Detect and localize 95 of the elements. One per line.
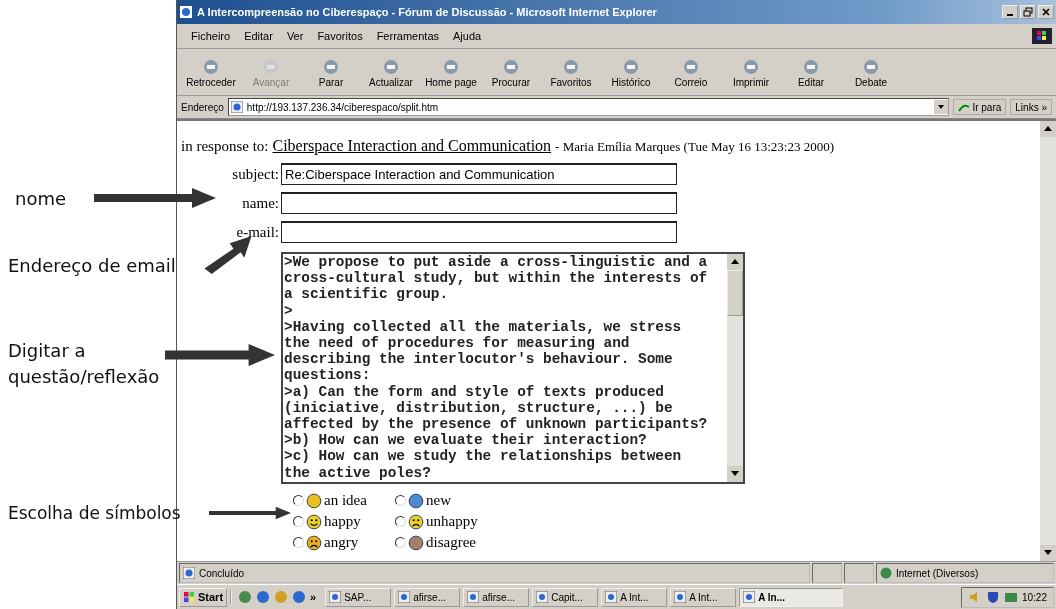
quick-launch-icon[interactable] — [256, 590, 271, 604]
symbol-label: angry — [324, 534, 359, 551]
symbol-label: an idea — [324, 492, 367, 509]
quick-launch-icon[interactable] — [238, 590, 253, 604]
radio-button[interactable] — [293, 537, 304, 548]
taskbar-button[interactable]: afirse... — [463, 587, 530, 607]
radio-button[interactable] — [293, 516, 304, 527]
window-icon — [674, 591, 687, 603]
field-label: e-mail: — [235, 223, 279, 241]
scroll-down-icon[interactable] — [731, 471, 739, 476]
toolbar-button[interactable]: Histórico — [601, 53, 661, 91]
shield-icon[interactable] — [985, 590, 1000, 604]
go-button[interactable]: Ir para — [953, 99, 1007, 115]
window-icon — [467, 591, 480, 603]
start-button[interactable]: Start — [179, 587, 228, 607]
symbol-label: disagree — [426, 534, 476, 551]
page-icon — [230, 101, 243, 113]
more-button[interactable]: » — [310, 591, 317, 603]
author-date: - Maria Emília Marques (Tue May 16 13:23:23 2000) — [555, 139, 835, 155]
menu-item[interactable]: Ferramentas — [376, 30, 439, 42]
window-icon — [536, 591, 549, 603]
taskbar-button[interactable]: Capit... — [532, 587, 599, 607]
address-label: Endereço — [181, 101, 224, 113]
smiley-icon — [306, 513, 322, 530]
window-icon — [605, 591, 618, 603]
input-field[interactable] — [281, 192, 677, 214]
status-text: Concluído — [179, 563, 810, 583]
menu-item[interactable]: Ajuda — [453, 30, 482, 42]
field-label: subject: — [231, 165, 279, 183]
radio-button[interactable] — [395, 516, 406, 527]
taskbar-button[interactable]: A Int... — [670, 587, 737, 607]
response-label: in response to: — [181, 138, 269, 155]
minimize-button[interactable] — [1002, 5, 1018, 19]
scrollbar[interactable] — [727, 254, 743, 482]
scroll-down-icon[interactable] — [1044, 550, 1052, 555]
quick-launch-icon[interactable] — [292, 590, 307, 604]
network-icon[interactable] — [1003, 590, 1018, 604]
scroll-up-icon[interactable] — [1044, 126, 1052, 131]
status-panel — [844, 563, 874, 583]
annotation-label: Endereço de email — [8, 254, 176, 278]
toolbar-button[interactable]: Home page — [421, 53, 481, 91]
menu-item[interactable]: Editar — [244, 30, 273, 42]
annotation-label: nome — [15, 187, 67, 211]
toolbar-button[interactable]: Correio — [661, 53, 721, 91]
close-button[interactable] — [1038, 5, 1054, 19]
restore-button[interactable] — [1020, 5, 1036, 19]
toolbar-button[interactable]: Editar — [781, 53, 841, 91]
taskbar-button[interactable]: A In... — [739, 587, 844, 607]
taskbar-button[interactable]: afirse... — [394, 587, 461, 607]
input-field[interactable]: Re:Ciberspace Interaction and Communication — [281, 163, 677, 185]
links-button[interactable]: Links » — [1010, 99, 1052, 115]
page-icon — [183, 567, 195, 579]
toolbar-button[interactable]: Retroceder — [181, 53, 241, 91]
window-icon — [743, 591, 756, 603]
radio-button[interactable] — [293, 495, 304, 506]
toolbar-button[interactable]: Procurar — [481, 53, 541, 91]
radio-button[interactable] — [395, 537, 406, 548]
window-icon — [398, 591, 411, 603]
toolbar-button[interactable]: Debate — [841, 53, 901, 91]
toolbar-button[interactable]: Actualizar — [361, 53, 421, 91]
scroll-up-icon[interactable] — [731, 259, 739, 264]
menu-item[interactable]: Ficheiro — [191, 30, 231, 42]
browser-icon — [179, 5, 193, 19]
restore-icon — [1023, 7, 1033, 17]
symbol-label: happy — [324, 513, 361, 530]
toolbar-button[interactable]: Imprimir — [721, 53, 781, 91]
input-field[interactable] — [281, 221, 677, 243]
taskbar-button[interactable]: A Int... — [601, 587, 668, 607]
window-title: A Intercompreensão no Ciberespaço - Fórum de Discussão - Microsoft Internet Explorer — [197, 6, 658, 18]
thread-link[interactable]: Ciberspace Interaction and Communication — [272, 137, 552, 155]
page-scrollbar[interactable] — [1040, 121, 1056, 561]
security-zone: Internet (Diversos) — [876, 563, 1054, 583]
symbol-label: new — [426, 492, 451, 509]
menu-item[interactable]: Ver — [286, 30, 304, 42]
menu-item[interactable]: Favoritos — [317, 30, 363, 42]
toolbar-button[interactable]: Parar — [301, 53, 361, 91]
angry-face-icon — [306, 534, 322, 551]
annotation-label: Digitar a questão/reflexão — [8, 339, 158, 389]
windows-logo-icon — [1032, 28, 1052, 44]
windows-logo-icon — [183, 591, 195, 603]
close-icon — [1041, 7, 1051, 17]
scroll-thumb[interactable] — [727, 270, 743, 316]
dropdown-icon[interactable] — [934, 100, 949, 114]
status-panel — [812, 563, 842, 583]
toolbar-button[interactable]: Favoritos — [541, 53, 601, 91]
field-label: name: — [241, 194, 279, 212]
sad-face-icon — [408, 513, 424, 530]
symbol-label: unhappy — [426, 513, 478, 530]
minimize-icon — [1007, 14, 1013, 16]
window-icon — [329, 591, 342, 603]
radio-button[interactable] — [395, 495, 406, 506]
address-field[interactable]: http://193.137.236.34/ciberespaco/split.htm — [227, 98, 950, 116]
taskbar-button[interactable]: SAP... — [325, 587, 392, 607]
clock: 10:22 — [1021, 591, 1047, 603]
message-field[interactable]: >We propose to put aside a cross-linguistic and a cross-cultural study, but within the interests of a scientific group. > >Having collected all the materials, we stress the need of procedures for measuring and describing the interlocutor's behaviour. Some questions: >a) Can the form and style of texts produced (iniciative, distribution, structure, ...) be affected by the presence of unknown participants? >b) How can we evaluate their interaction? >c) How can we study the relationships between the active poles? — [281, 252, 745, 484]
